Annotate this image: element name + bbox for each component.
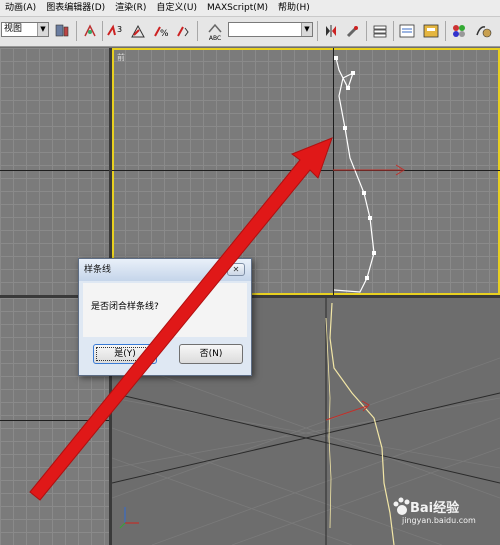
- snap-label: 3: [117, 25, 122, 34]
- named-selection-set-dropdown[interactable]: ▼: [228, 22, 313, 37]
- schematic-view-icon[interactable]: [422, 22, 440, 40]
- render-setup-icon[interactable]: [474, 22, 492, 40]
- abc-label: ABC: [208, 35, 222, 42]
- reference-coordinate-dropdown[interactable]: 视图 ▼: [1, 22, 49, 37]
- snap-toggle-icon[interactable]: 3: [106, 22, 124, 40]
- curve-editor-icon[interactable]: [398, 22, 416, 40]
- edit-named-selection-icon[interactable]: ABC: [206, 23, 224, 42]
- menu-bar: 动画(A) 图表编辑器(D) 渲染(R) 自定义(U) MAXScript(M)…: [0, 0, 500, 17]
- dialog-title-bar[interactable]: 样条线 ✕: [79, 259, 251, 281]
- angle-snap-icon[interactable]: [129, 22, 147, 40]
- material-editor-icon[interactable]: [450, 22, 468, 40]
- align-icon[interactable]: [344, 22, 362, 40]
- menu-help[interactable]: 帮助(H): [273, 0, 315, 17]
- chevron-down-icon: ▼: [37, 23, 48, 36]
- menu-maxscript[interactable]: MAXScript(M): [202, 0, 273, 17]
- menu-graph-editors[interactable]: 图表编辑器(D): [41, 0, 110, 17]
- watermark-brand-cn: 经验: [433, 501, 460, 516]
- close-spline-dialog: 样条线 ✕ 是否闭合样条线? 是(Y) 否(N): [78, 258, 252, 376]
- pivot-center-icon[interactable]: [53, 22, 71, 40]
- dialog-title: 样条线: [84, 265, 112, 275]
- watermark-brand-latin: Bai: [410, 501, 434, 516]
- mirror-icon[interactable]: [322, 22, 340, 40]
- select-manipulate-icon[interactable]: [81, 22, 99, 40]
- menu-customize[interactable]: 自定义(U): [151, 0, 202, 17]
- close-icon[interactable]: ✕: [227, 263, 245, 276]
- menu-rendering[interactable]: 渲染(R): [110, 0, 151, 17]
- watermark-brand: Bai经验: [410, 497, 459, 516]
- chevron-down-icon: ▼: [301, 23, 312, 36]
- layer-manager-icon[interactable]: [371, 22, 389, 40]
- menu-animation[interactable]: 动画(A): [0, 0, 41, 17]
- main-toolbar: 视图 ▼ 3 % ABC ▼: [0, 17, 500, 47]
- no-button[interactable]: 否(N): [179, 344, 243, 364]
- baidu-paw-logo: [393, 497, 410, 515]
- spinner-snap-icon[interactable]: [174, 22, 192, 40]
- axis-tripod-icon: [119, 507, 139, 529]
- view-dropdown-value: 视图: [4, 24, 23, 34]
- yes-button[interactable]: 是(Y): [93, 344, 157, 364]
- percent-snap-icon[interactable]: %: [151, 22, 169, 40]
- dialog-body: 是否闭合样条线?: [83, 283, 247, 337]
- svg-text:%: %: [160, 29, 168, 39]
- watermark-url: jingyan.baidu.com: [402, 516, 476, 525]
- dialog-message: 是否闭合样条线?: [91, 302, 159, 312]
